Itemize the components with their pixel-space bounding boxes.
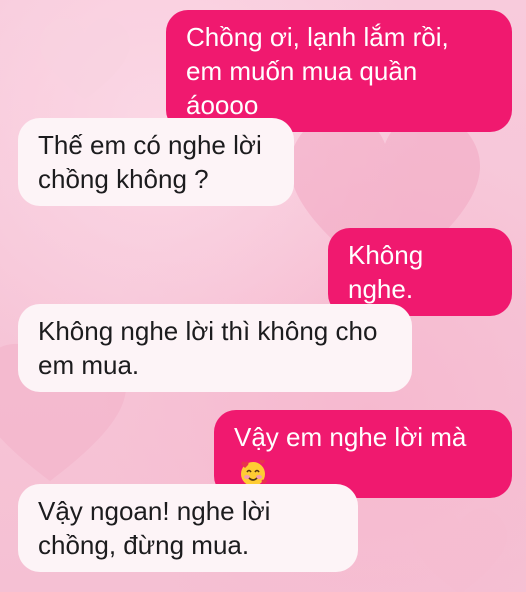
message-bubble-sent[interactable]: Chồng ơi, lạnh lắm rồi, em muốn mua quần… (166, 10, 512, 132)
message-text: Vậy em nghe lời mà (234, 422, 467, 452)
message-text: Chồng ơi, lạnh lắm rồi, em muốn mua quần… (186, 22, 449, 120)
message-text: Thế em có nghe lời chồng không ? (38, 130, 262, 194)
message-text: Vậy ngoan! nghe lời chồng, đừng mua. (38, 496, 271, 560)
message-text: Không nghe lời thì không cho em mua. (38, 316, 378, 380)
message-bubble-received[interactable]: Vậy ngoan! nghe lời chồng, đừng mua. (18, 484, 358, 572)
chat-thread: Chồng ơi, lạnh lắm rồi, em muốn mua quần… (0, 0, 526, 592)
message-bubble-received[interactable]: Thế em có nghe lời chồng không ? (18, 118, 294, 206)
message-text: Không nghe. (348, 240, 424, 304)
message-bubble-received[interactable]: Không nghe lời thì không cho em mua. (18, 304, 412, 392)
message-bubble-sent[interactable]: Không nghe. (328, 228, 512, 316)
